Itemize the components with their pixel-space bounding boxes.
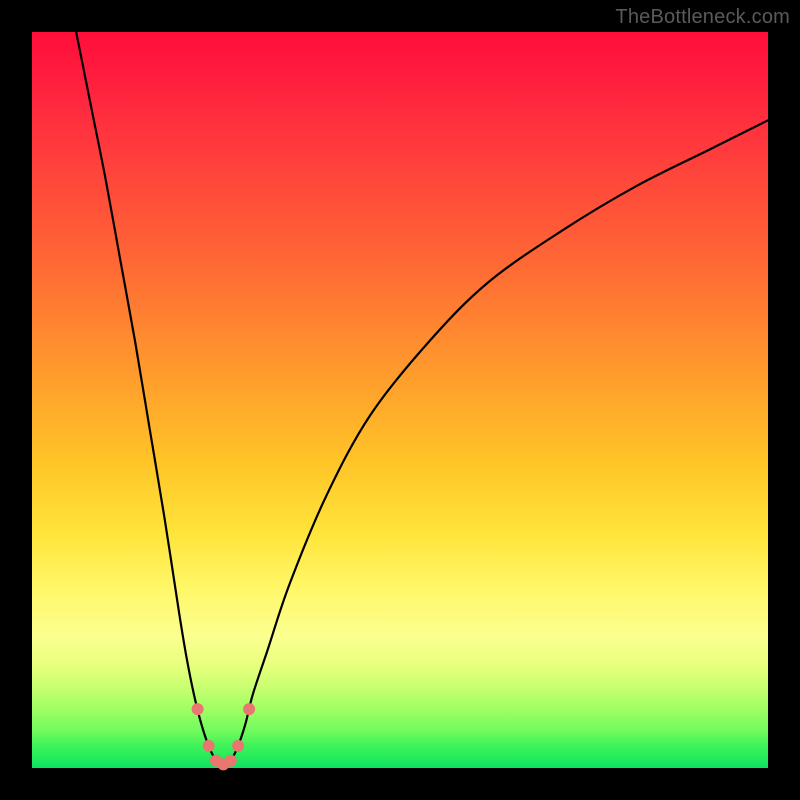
valley-marker-dot	[243, 703, 255, 715]
curve-right-branch	[223, 120, 768, 768]
chart-frame: TheBottleneck.com	[0, 0, 800, 800]
watermark-text: TheBottleneck.com	[615, 6, 790, 29]
valley-markers	[192, 703, 256, 770]
valley-marker-dot	[203, 740, 215, 752]
curve-left-branch	[76, 32, 223, 768]
plot-area	[32, 32, 768, 768]
plot-svg	[32, 32, 768, 768]
valley-marker-dot	[225, 755, 237, 767]
valley-marker-dot	[192, 703, 204, 715]
valley-marker-dot	[232, 740, 244, 752]
